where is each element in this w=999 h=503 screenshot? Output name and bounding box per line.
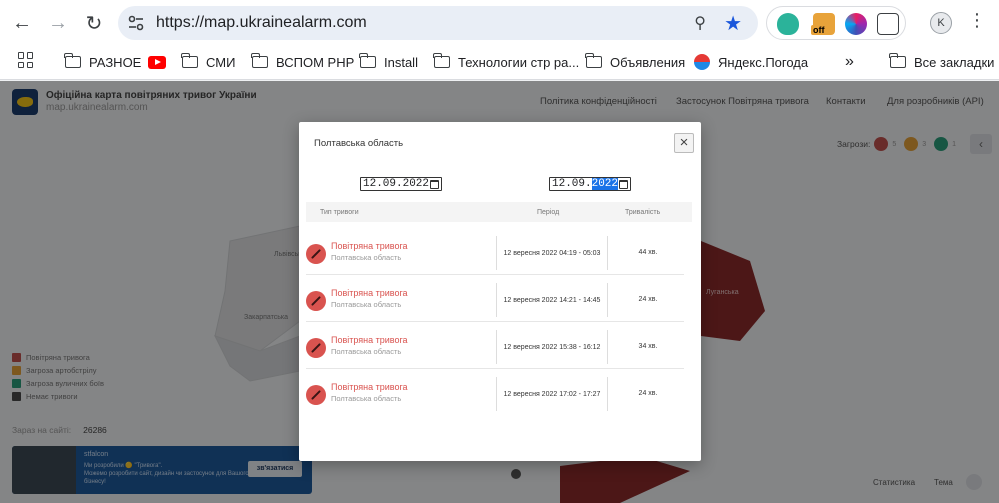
- bookmark-item[interactable]: ВСПОМ PHP: [251, 51, 354, 73]
- folder-icon: [64, 53, 81, 68]
- calendar-icon[interactable]: [430, 179, 439, 189]
- table-row[interactable]: Повітряна тривога Полтавська область 12 …: [306, 279, 684, 322]
- browser-chrome: ← → ↻ https://map.ukrainealarm.com ⚲ ★ o…: [0, 0, 999, 80]
- extensions-group: off: [766, 6, 906, 40]
- profile-avatar[interactable]: K: [930, 12, 952, 34]
- date-to-input[interactable]: 12.09.2022: [549, 177, 631, 191]
- air-alert-icon: [306, 338, 326, 358]
- forward-arrow-icon[interactable]: →: [44, 9, 72, 37]
- folder-icon: [251, 53, 268, 68]
- folder-icon: [585, 53, 602, 68]
- close-icon[interactable]: ×: [674, 133, 694, 153]
- folder-icon: [889, 53, 906, 68]
- table-row[interactable]: Повітряна тривога Полтавська область 12 …: [306, 373, 684, 416]
- url-text[interactable]: https://map.ukrainealarm.com: [156, 14, 367, 32]
- bookmark-item[interactable]: [148, 51, 166, 73]
- color-extension-icon[interactable]: [845, 13, 867, 35]
- bookmark-item[interactable]: РАЗНОЕ: [64, 51, 141, 73]
- date-from-input[interactable]: 12.09.2022: [360, 177, 442, 191]
- bookmark-star-icon[interactable]: ★: [724, 11, 742, 36]
- table-row[interactable]: Повітряна тривога Полтавська область 12 …: [306, 232, 684, 275]
- bookmark-item[interactable]: Яндекс.Погода: [694, 51, 808, 73]
- weather-icon: [694, 54, 710, 70]
- bookmark-item[interactable]: Install: [359, 51, 418, 73]
- folder-icon: [181, 53, 198, 68]
- bookmark-item[interactable]: Объявления: [585, 51, 685, 73]
- browser-menu-icon[interactable]: ⋮: [968, 10, 986, 31]
- col-duration-header: Тривалість: [625, 209, 661, 216]
- folder-icon: [359, 53, 376, 68]
- folder-icon: [433, 53, 450, 68]
- region-history-modal: Полтавська область × 12.09.2022 12.09.20…: [299, 122, 701, 461]
- reload-icon[interactable]: ↻: [80, 9, 108, 37]
- modal-title: Полтавська область: [314, 138, 404, 149]
- site-settings-icon[interactable]: [126, 13, 146, 33]
- bookmark-item[interactable]: СМИ: [181, 51, 235, 73]
- shield-extension-icon[interactable]: [777, 13, 799, 35]
- zoom-icon[interactable]: ⚲: [694, 13, 706, 33]
- more-bookmarks-button[interactable]: »: [845, 51, 854, 73]
- bookmarks-bar: РАЗНОЕ СМИ ВСПОМ PHP Install Технологии …: [0, 47, 999, 75]
- puzzle-extensions-icon[interactable]: [877, 13, 899, 35]
- extension-badge: off: [811, 25, 827, 35]
- badge-extension-icon[interactable]: off: [811, 13, 835, 35]
- air-alert-icon: [306, 291, 326, 311]
- youtube-icon: [148, 55, 166, 69]
- alerts-table-header: Тип тривоги Період Тривалість: [306, 202, 692, 222]
- all-bookmarks-button[interactable]: Все закладки: [889, 51, 994, 73]
- back-arrow-icon[interactable]: ←: [8, 9, 36, 37]
- air-alert-icon: [306, 385, 326, 405]
- calendar-icon[interactable]: [619, 179, 628, 189]
- col-period-header: Період: [537, 209, 560, 216]
- table-row[interactable]: Повітряна тривога Полтавська область 12 …: [306, 326, 684, 369]
- col-type-header: Тип тривоги: [320, 209, 359, 216]
- bookmark-item[interactable]: Технологии стр ра...: [433, 51, 579, 73]
- address-bar[interactable]: https://map.ukrainealarm.com ⚲ ★: [118, 6, 758, 40]
- air-alert-icon: [306, 244, 326, 264]
